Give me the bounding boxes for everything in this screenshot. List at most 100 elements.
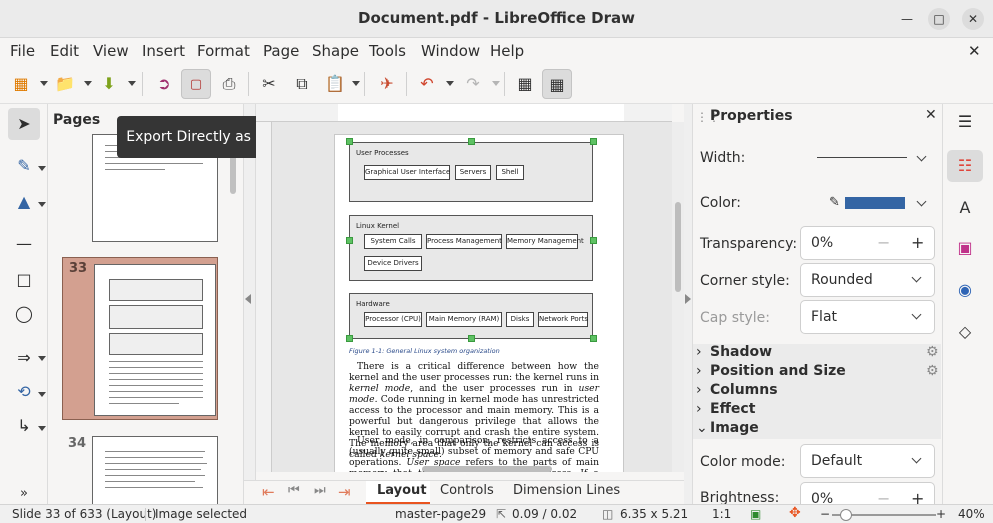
section-position-size[interactable]: › Position and Size ⚙ <box>693 363 941 382</box>
next-page-icon[interactable]: ⏭ <box>314 483 326 498</box>
connector-dropdown-icon[interactable] <box>38 426 46 431</box>
clone-formatting-icon[interactable]: ✈ <box>372 69 402 99</box>
page-thumbnail-34[interactable] <box>92 436 218 504</box>
tab-dimension-lines[interactable]: Dimension Lines <box>513 483 620 498</box>
minimize-button[interactable]: — <box>896 8 918 30</box>
diagram-linux-kernel[interactable]: Linux Kernel System Calls Process Manage… <box>349 215 593 281</box>
color-dropdown-icon[interactable] <box>916 196 927 207</box>
menu-page[interactable]: Page <box>263 42 299 60</box>
menu-view[interactable]: View <box>93 42 129 60</box>
zoom-out-icon[interactable]: − <box>820 507 830 521</box>
styles-deck-icon[interactable]: A <box>947 192 983 224</box>
paste-dropdown-icon[interactable] <box>352 81 360 86</box>
menu-shape[interactable]: Shape <box>312 42 359 60</box>
undo-dropdown-icon[interactable] <box>446 81 454 86</box>
section-columns[interactable]: › Columns <box>693 382 941 401</box>
open-dropdown-icon[interactable] <box>84 81 92 86</box>
horizontal-ruler[interactable] <box>256 104 672 122</box>
decrease-icon[interactable]: − <box>877 233 890 252</box>
menu-file[interactable]: File <box>10 42 35 60</box>
save-icon[interactable]: ⬇ <box>94 69 124 99</box>
arrow-shapes-dropdown-icon[interactable] <box>38 356 46 361</box>
cut-icon[interactable]: ✂ <box>254 69 284 99</box>
decrease-icon[interactable]: − <box>877 489 890 504</box>
fit-page-icon[interactable]: ✥ <box>789 505 801 521</box>
corner-style-select[interactable]: Rounded <box>800 263 935 297</box>
scale-status[interactable]: 1:1 <box>712 507 731 521</box>
first-page-icon[interactable]: ⇤ <box>262 483 275 501</box>
save-dropdown-icon[interactable] <box>128 81 136 86</box>
new-dropdown-icon[interactable] <box>40 81 48 86</box>
expand-pane-icon[interactable] <box>685 294 691 304</box>
redo-dropdown-icon[interactable] <box>492 81 500 86</box>
gallery-deck-icon[interactable]: ▣ <box>947 232 983 264</box>
fill-color-dropdown-icon[interactable] <box>38 202 46 207</box>
menu-format[interactable]: Format <box>197 42 250 60</box>
line-color-dropdown-icon[interactable] <box>38 166 46 171</box>
ellipse-icon[interactable]: ◯ <box>8 298 40 330</box>
selection-handle[interactable] <box>346 138 353 145</box>
gear-icon[interactable]: ⚙ <box>926 344 939 360</box>
diagram-hardware[interactable]: Hardware Processor (CPU) Main Memory (RA… <box>349 293 593 339</box>
last-page-icon[interactable]: ⇥ <box>338 483 351 501</box>
maximize-button[interactable]: □ <box>928 8 950 30</box>
shapes-deck-icon[interactable]: ◇ <box>947 316 983 348</box>
vertical-scrollbar[interactable] <box>672 122 684 472</box>
width-dropdown-icon[interactable] <box>916 151 927 162</box>
horizontal-scrollbar[interactable] <box>422 466 552 472</box>
menu-help[interactable]: Help <box>490 42 524 60</box>
vertical-scrollbar-thumb[interactable] <box>675 202 681 292</box>
color-swatch[interactable] <box>845 197 905 209</box>
menu-icon[interactable]: ☰ <box>947 106 983 138</box>
increase-icon[interactable]: + <box>911 233 924 252</box>
brightness-field[interactable]: 0% − + <box>800 482 935 504</box>
select-arrow-icon[interactable]: ➤ <box>8 108 40 140</box>
pages-pane-splitter[interactable] <box>244 104 256 504</box>
selection-handle[interactable] <box>468 138 475 145</box>
zoom-in-icon[interactable]: + <box>936 507 946 521</box>
master-page-status[interactable]: master-page29 <box>395 507 486 521</box>
arrow-shapes-icon[interactable]: ⇒ <box>8 342 40 374</box>
menu-window[interactable]: Window <box>421 42 480 60</box>
transparency-field[interactable]: 0% − + <box>800 226 935 260</box>
section-shadow[interactable]: › Shadow ⚙ <box>693 344 941 363</box>
tab-controls[interactable]: Controls <box>440 483 494 498</box>
zoom-slider-knob[interactable] <box>840 509 852 521</box>
curve-icon[interactable]: ⟲ <box>8 376 40 408</box>
cap-style-select[interactable]: Flat <box>800 300 935 334</box>
export-pdf-icon[interactable]: ▢ <box>181 69 211 99</box>
line-color-icon[interactable]: ✎ <box>8 150 40 182</box>
undo-icon[interactable]: ↶ <box>412 69 442 99</box>
close-window-button[interactable]: ✕ <box>962 8 984 30</box>
menu-tools[interactable]: Tools <box>369 42 406 60</box>
rectangle-icon[interactable]: □ <box>8 264 40 296</box>
section-effect[interactable]: › Effect <box>693 401 941 420</box>
menu-insert[interactable]: Insert <box>142 42 185 60</box>
close-properties-icon[interactable]: ✕ <box>925 107 937 123</box>
selection-handle[interactable] <box>590 237 597 244</box>
selection-handle[interactable] <box>590 138 597 145</box>
tab-layout[interactable]: Layout <box>366 481 430 504</box>
fill-color-icon[interactable]: ▲ <box>8 186 40 218</box>
drawing-canvas[interactable]: User Processes Graphical User Interface … <box>272 122 672 472</box>
export-icon[interactable]: ➲ <box>149 69 179 99</box>
open-icon[interactable]: 📁 <box>50 69 80 99</box>
color-mode-select[interactable]: Default <box>800 444 935 478</box>
print-icon[interactable]: ⎙ <box>214 69 244 99</box>
connector-icon[interactable]: ↳ <box>8 410 40 442</box>
diagram-user-processes[interactable]: User Processes Graphical User Interface … <box>349 142 593 202</box>
section-image[interactable]: ⌄ Image <box>693 420 941 439</box>
menu-edit[interactable]: Edit <box>50 42 79 60</box>
new-icon[interactable]: ▦ <box>6 69 36 99</box>
previous-page-icon[interactable]: ⏮ <box>288 483 300 498</box>
increase-icon[interactable]: + <box>911 489 924 504</box>
line-width-preview[interactable] <box>817 157 907 158</box>
line-icon[interactable]: — <box>8 228 40 260</box>
snap-to-grid-icon[interactable]: ▦ <box>542 69 572 99</box>
selection-handle[interactable] <box>346 335 353 342</box>
display-grid-icon[interactable]: ▦ <box>510 69 540 99</box>
collapse-pane-icon[interactable] <box>245 294 251 304</box>
selection-handle[interactable] <box>590 335 597 342</box>
page-thumbnail-33-selected[interactable]: 33 <box>62 257 218 420</box>
properties-deck-icon[interactable]: ☷ <box>947 150 983 182</box>
